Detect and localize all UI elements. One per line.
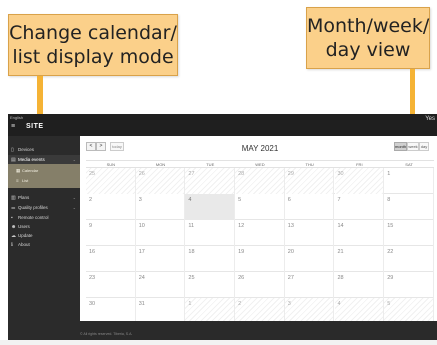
- grid-icon: ▥: [11, 195, 16, 201]
- chevron-down-icon: ⌄: [72, 205, 76, 210]
- annotation-callout-view: Month/week/ day view: [306, 7, 430, 69]
- callout-line: Change calendar/: [9, 22, 177, 44]
- day-cell[interactable]: 17: [136, 246, 186, 272]
- day-cell[interactable]: 28: [335, 272, 385, 298]
- view-month-button[interactable]: month: [394, 142, 407, 151]
- day-cell[interactable]: 26: [235, 272, 285, 298]
- day-cell[interactable]: 21: [335, 246, 385, 272]
- sidebar: ▯ Devices ▤ Media events ⌄ ▦ Calendar ≡ List …: [8, 136, 80, 345]
- day-cell[interactable]: 5: [235, 194, 285, 220]
- day-cell[interactable]: 16: [86, 246, 136, 272]
- day-cell[interactable]: 13: [285, 220, 335, 246]
- day-cell[interactable]: 29: [384, 272, 434, 298]
- day-cell[interactable]: 15: [384, 220, 434, 246]
- callout-line: list display mode: [12, 46, 174, 68]
- callout-line: Month/week/: [307, 15, 430, 37]
- day-cell[interactable]: 3: [136, 194, 186, 220]
- annotation-callout-display-mode: Change calendar/ list display mode: [8, 14, 178, 76]
- sidebar-item-devices[interactable]: ▯ Devices: [8, 145, 80, 154]
- calendar-panel: < > today MAY 2021 month week day SUN MON…: [80, 136, 437, 324]
- sidebar-item-label: Quality profiles: [18, 205, 48, 210]
- day-cell[interactable]: 4: [185, 194, 236, 220]
- callout-line: day view: [325, 39, 411, 61]
- day-cell[interactable]: 27: [285, 272, 335, 298]
- submenu-item-list[interactable]: ≡ List: [16, 177, 28, 185]
- week-row: 25 26 27 28 29 30 1: [86, 168, 434, 194]
- weekday-header: SUN MON TUE WED THU FRI SAT: [86, 160, 434, 168]
- next-month-button[interactable]: >: [96, 142, 106, 151]
- prev-month-button[interactable]: <: [86, 142, 96, 151]
- sidebar-item-plans[interactable]: ▥ Plans ⌄: [8, 193, 80, 202]
- chevron-down-icon: ⌄: [72, 157, 76, 162]
- sidebar-item-users[interactable]: ☻ Users: [8, 222, 80, 231]
- menu-icon[interactable]: ≡: [11, 123, 15, 130]
- page-bottom-strip: [0, 340, 437, 345]
- week-row: 9 10 11 12 13 14 15: [86, 220, 434, 246]
- day-cell[interactable]: 2: [86, 194, 136, 220]
- day-cell[interactable]: 23: [86, 272, 136, 298]
- sidebar-item-label: About: [18, 242, 30, 247]
- calendar-toolbar: < > today MAY 2021 month week day: [80, 136, 437, 162]
- user-menu[interactable]: Yes: [425, 116, 435, 122]
- sidebar-item-about[interactable]: ℹ About: [8, 240, 80, 249]
- day-cell[interactable]: 14: [335, 220, 385, 246]
- day-cell[interactable]: 26: [135, 168, 186, 194]
- calendar-title: MAY 2021: [241, 144, 279, 153]
- info-icon: ℹ: [11, 242, 13, 248]
- day-cell[interactable]: 1: [384, 168, 434, 194]
- week-row: 23 24 25 26 27 28 29: [86, 272, 434, 298]
- day-cell[interactable]: 8: [384, 194, 434, 220]
- day-cell[interactable]: 25: [86, 168, 136, 194]
- submenu-item-calendar[interactable]: ▦ Calendar: [16, 167, 38, 175]
- sidebar-item-label: Remote control: [18, 215, 49, 220]
- day-cell[interactable]: 29: [284, 168, 335, 194]
- view-day-button[interactable]: day: [419, 142, 429, 151]
- submenu-item-label: Calendar: [22, 168, 39, 173]
- submenu-media-events: ▦ Calendar ≡ List: [8, 164, 80, 188]
- sidebar-item-label: Devices: [18, 147, 35, 152]
- day-cell[interactable]: 30: [334, 168, 385, 194]
- sidebar-item-quality-profiles[interactable]: ⚌ Quality profiles ⌄: [8, 203, 80, 212]
- day-cell[interactable]: 18: [185, 246, 236, 272]
- today-button[interactable]: today: [110, 142, 124, 151]
- week-row: 2345678: [86, 194, 434, 220]
- submenu-item-label: List: [22, 178, 29, 183]
- sidebar-item-label: Media events: [18, 157, 45, 162]
- language-selector[interactable]: English: [10, 115, 23, 120]
- sidebar-item-label: Update: [18, 233, 33, 238]
- sidebar-item-label: Users: [18, 224, 30, 229]
- day-cell[interactable]: 10: [136, 220, 186, 246]
- view-week-button[interactable]: week: [407, 142, 419, 151]
- chevron-down-icon: ⌄: [72, 195, 76, 200]
- day-cell[interactable]: 7: [335, 194, 385, 220]
- brand-logo: SITE: [26, 123, 44, 130]
- day-cell[interactable]: 11: [185, 220, 236, 246]
- day-cell[interactable]: 12: [235, 220, 285, 246]
- sidebar-item-update[interactable]: ☁ Update: [8, 231, 80, 240]
- day-cell[interactable]: 28: [235, 168, 285, 194]
- day-cell[interactable]: 6: [285, 194, 335, 220]
- day-cell[interactable]: 20: [285, 246, 335, 272]
- day-cell[interactable]: 9: [86, 220, 136, 246]
- day-cell[interactable]: 19: [235, 246, 285, 272]
- day-cell[interactable]: 25: [185, 272, 236, 298]
- app-window: English ≡ SITE Yes ▯ Devices ▤ Media event…: [8, 114, 437, 345]
- device-icon: ▯: [11, 147, 14, 153]
- day-cell[interactable]: 24: [136, 272, 186, 298]
- sidebar-item-remote-control[interactable]: ▪ Remote control: [8, 213, 80, 222]
- day-cell[interactable]: 22: [384, 246, 434, 272]
- week-row: 16 17 18 19 20 21 22: [86, 246, 434, 272]
- sidebar-item-label: Plans: [18, 195, 30, 200]
- top-bar: English ≡ SITE Yes: [8, 114, 437, 136]
- copyright-text: © All rights reserved. Tiberia, S.A.: [80, 332, 133, 336]
- sidebar-item-media-events[interactable]: ▤ Media events ⌄: [8, 155, 80, 164]
- sliders-icon: ⚌: [11, 205, 16, 211]
- day-cell[interactable]: 27: [185, 168, 236, 194]
